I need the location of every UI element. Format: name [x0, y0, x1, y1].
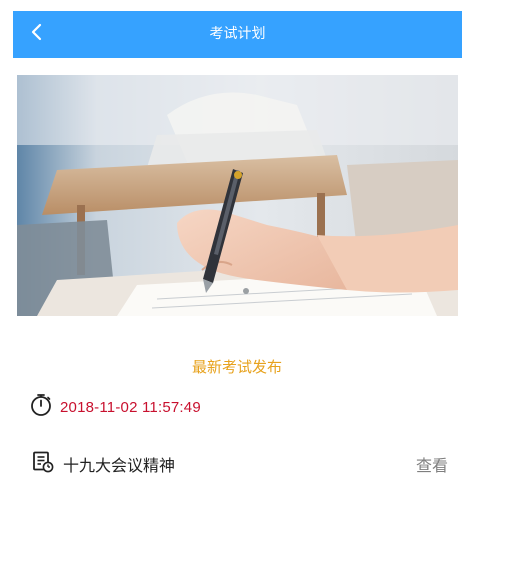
view-button[interactable]: 查看	[416, 452, 448, 476]
publish-timestamp: 2018-11-02 11:57:49	[60, 398, 201, 416]
page-title: 考试计划	[209, 26, 266, 42]
section-heading: 最新考试发布	[191, 358, 282, 376]
banner-image	[17, 75, 458, 316]
publish-time-row: 2018-11-02 11:57:49	[30, 394, 201, 420]
stopwatch-icon	[30, 393, 52, 421]
exam-list-item[interactable]: 十九大会议精神 查看	[32, 450, 448, 478]
header-bar: 考试计划	[13, 11, 462, 58]
document-icon	[32, 451, 54, 477]
exam-plan-screen: 考试计划 最新考试发布 2018-11-02 11:57:49 十九大会议精神 …	[0, 0, 510, 582]
banner-carousel[interactable]	[17, 75, 458, 316]
exam-title: 十九大会议精神	[63, 456, 176, 475]
